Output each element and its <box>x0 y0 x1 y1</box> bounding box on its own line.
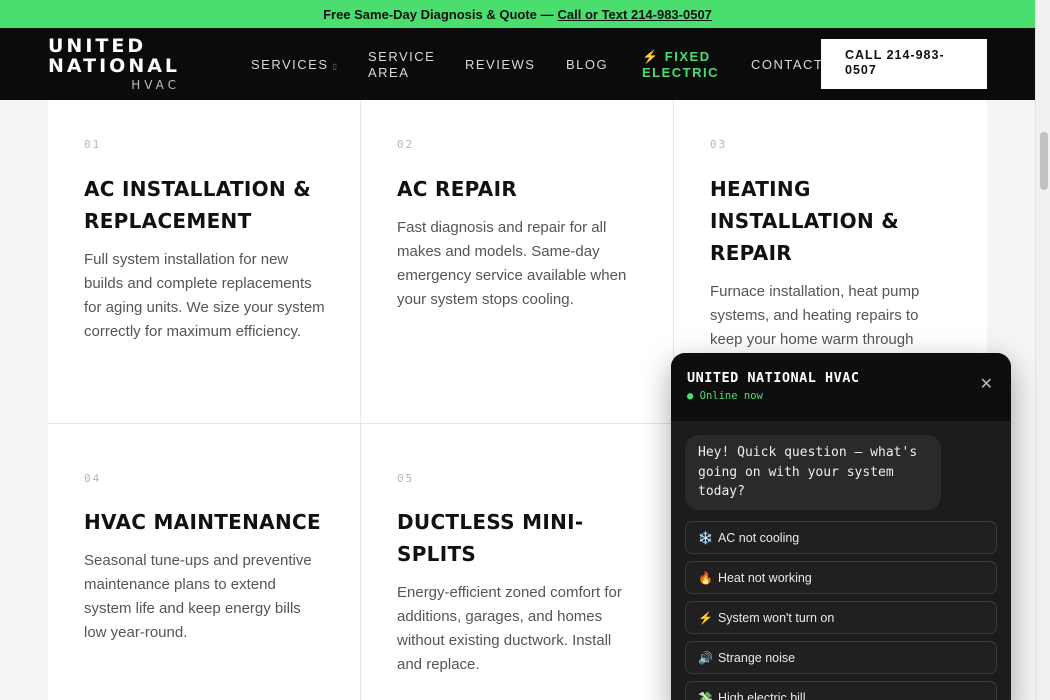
nav-fixed-electric-line1: ⚡ FIXED <box>642 49 711 64</box>
call-button-line1: CALL 214-983- <box>845 48 945 62</box>
chat-title: UNITED NATIONAL HVAC <box>687 370 860 386</box>
money-icon: 💸 <box>698 690 713 700</box>
service-title: HVAC MAINTENANCE <box>84 510 321 534</box>
nav-service-area-line2: AREA <box>368 65 410 80</box>
site-logo[interactable]: UNITED NATIONAL HVAC <box>48 36 180 92</box>
nav-services[interactable]: SERVICES ▯ <box>251 57 338 75</box>
chat-option-wont-turn-on[interactable]: ⚡ System won't turn on <box>685 601 997 634</box>
logo-line-2: NATIONAL <box>48 55 181 77</box>
chat-option-label: High electric bill <box>717 690 806 700</box>
chat-option-ac-not-cooling[interactable]: ❄️ AC not cooling <box>685 521 997 554</box>
promo-banner: Free Same-Day Diagnosis & Quote — Call o… <box>0 0 1035 28</box>
chat-widget: UNITED NATIONAL HVAC ● Online now ✕ Hey!… <box>671 353 1011 700</box>
service-description: Fast diagnosis and repair for all makes … <box>397 219 627 308</box>
chat-option-label: System won't turn on <box>717 610 835 625</box>
call-button-line2: 0507 <box>845 63 877 77</box>
fire-icon: 🔥 <box>698 570 713 585</box>
service-number: 05 <box>397 472 415 485</box>
scrollbar-thumb[interactable] <box>1040 132 1048 190</box>
chevron-down-icon: ▯ <box>332 62 339 71</box>
chat-header: UNITED NATIONAL HVAC ● Online now ✕ <box>671 353 1011 421</box>
nav-fixed-electric[interactable]: ⚡ FIXED ELECTRIC <box>642 49 719 81</box>
chat-option-high-bill[interactable]: 💸 High electric bill <box>685 681 997 700</box>
service-description: Furnace installation, heat pump systems,… <box>710 283 920 348</box>
service-card[interactable]: 05 DUCTLESS MINI-SPLITS Energy-efficient… <box>361 424 674 700</box>
call-button[interactable]: CALL 214-983- 0507 <box>821 39 987 89</box>
nav-fixed-electric-line2: ELECTRIC <box>642 65 719 80</box>
service-title: HEATING INSTALLATION & REPAIR <box>710 177 899 265</box>
service-number: 03 <box>710 138 728 151</box>
nav-blog[interactable]: BLOG <box>566 57 608 73</box>
service-card[interactable]: 02 AC REPAIR Fast diagnosis and repair f… <box>361 100 674 424</box>
service-card[interactable]: 01 AC INSTALLATION & REPLACEMENT Full sy… <box>48 100 361 424</box>
page-scrollbar[interactable] <box>1035 0 1050 700</box>
promo-phone-link[interactable]: Call or Text 214-983-0507 <box>558 7 712 22</box>
nav-contact[interactable]: CONTACT <box>751 57 823 73</box>
chat-option-heat-not-working[interactable]: 🔥 Heat not working <box>685 561 997 594</box>
chat-option-label: Heat not working <box>717 570 812 585</box>
service-title: AC INSTALLATION & REPLACEMENT <box>84 177 312 233</box>
chat-message: Hey! Quick question — what's going on wi… <box>685 435 941 510</box>
chat-status: ● Online now <box>687 390 763 402</box>
chat-option-strange-noise[interactable]: 🔊 Strange noise <box>685 641 997 674</box>
speaker-icon: 🔊 <box>698 650 713 665</box>
site-header: UNITED NATIONAL HVAC SERVICES ▯ SERVICE A… <box>0 28 1035 100</box>
nav-service-area[interactable]: SERVICE AREA <box>368 49 435 81</box>
service-card[interactable]: 04 HVAC MAINTENANCE Seasonal tune-ups an… <box>48 424 361 700</box>
nav-reviews[interactable]: REVIEWS <box>465 57 535 73</box>
service-title: AC REPAIR <box>397 177 518 201</box>
service-description: Energy-efficient zoned comfort for addit… <box>397 584 622 673</box>
lightning-icon: ⚡ <box>698 610 713 625</box>
promo-text: Free Same-Day Diagnosis & Quote — <box>323 6 554 22</box>
snowflake-icon: ❄️ <box>698 530 713 545</box>
page: Free Same-Day Diagnosis & Quote — Call o… <box>0 0 1050 700</box>
service-description: Full system installation for new builds … <box>84 251 325 340</box>
service-number: 02 <box>397 138 415 151</box>
nav-services-label: SERVICES <box>251 57 329 72</box>
logo-sub: HVAC <box>131 78 181 92</box>
close-icon[interactable]: ✕ <box>980 374 993 393</box>
service-number: 01 <box>84 138 102 151</box>
chat-option-label: Strange noise <box>717 650 796 665</box>
service-description: Seasonal tune-ups and preventive mainten… <box>84 552 312 641</box>
logo-line-1: UNITED <box>48 35 147 57</box>
service-number: 04 <box>84 472 102 485</box>
nav-service-area-line1: SERVICE <box>368 49 436 64</box>
service-title: DUCTLESS MINI-SPLITS <box>397 510 584 566</box>
chat-option-label: AC not cooling <box>717 530 800 545</box>
